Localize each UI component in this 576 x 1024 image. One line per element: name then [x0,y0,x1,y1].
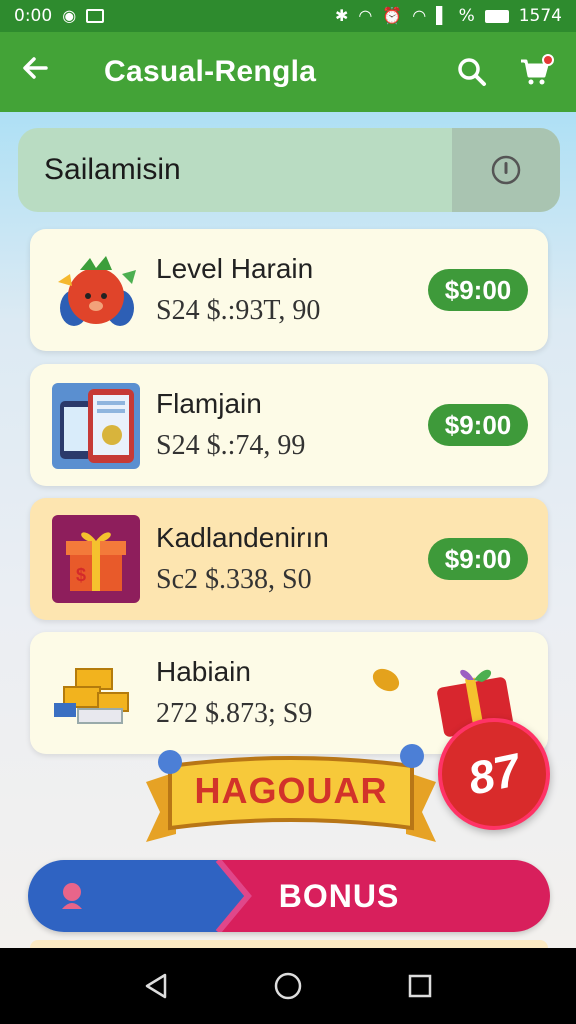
list-item[interactable]: Level Harain S24 $.:93T, 90 $9:00 [30,229,548,351]
section-header: Sailamisin [18,128,560,212]
item-text: Flamjain S24 $.:74, 99 [142,388,428,462]
item-detail: S24 $.:74, 99 [156,430,306,461]
price-button[interactable]: $9:00 [428,269,528,311]
battery-icon [484,9,509,23]
info-icon [491,155,521,185]
nav-back-button[interactable] [132,962,180,1010]
square-recents-icon [408,974,432,998]
item-name: Level Harain [156,253,314,284]
cart-badge [542,54,554,66]
tomato-character-icon [50,244,142,336]
info-button[interactable] [452,128,560,212]
item-text: Kadlandenirın Sc2 $.338, S0 [142,522,428,596]
item-detail: Sc2 $.338, S0 [156,564,312,595]
alarm-icon: ⏰ [382,6,403,25]
arrow-left-icon [23,57,48,79]
wifi-icon: ◠ [412,6,427,25]
gold-bars-icon [50,647,142,739]
triangle-back-icon [145,973,167,999]
status-time: 0:00 [14,6,53,26]
item-text: Level Harain S24 $.:93T, 90 [142,253,428,327]
status-bar: 0:00 ◉ ✱ ◠ ⏰ ◠ ▌ % 1574 [0,0,576,32]
status-clock-right: 1574 [518,6,562,26]
promo-ribbon: HAGOUAR [146,742,436,858]
bonus-label: BONUS [278,877,400,914]
circle-home-icon [274,972,302,1000]
cart-button[interactable] [512,50,556,94]
item-detail: S24 $.:93T, 90 [156,295,321,326]
battery-percent: % [458,6,475,26]
section-title: Sailamisin [44,153,181,186]
item-name: Flamjain [156,388,262,419]
phone-tablet-icon [50,379,142,471]
nav-recents-button[interactable] [396,962,444,1010]
bluetooth-icon: ✱ [335,6,349,25]
user-icon [62,883,82,909]
app-bar: Casual-Rengla [0,32,576,112]
list-item[interactable]: Flamjain S24 $.:74, 99 $9:00 [30,364,548,486]
back-button[interactable] [20,53,72,91]
app-title: Casual-Rengla [104,55,317,88]
bonus-right-segment: BONUS [218,860,550,932]
nav-home-button[interactable] [264,962,312,1010]
price-button[interactable]: $9:00 [428,404,528,446]
search-icon [458,58,486,86]
ribbon-text: HAGOUAR [194,770,388,811]
notification-icon: ◉ [62,6,77,25]
status-bar-right: ✱ ◠ ⏰ ◠ ▌ % 1574 [335,6,562,26]
bonus-button[interactable]: BONUS [28,860,550,932]
wifi-calling-icon: ◠ [358,6,373,25]
message-icon [86,9,105,23]
item-name: Kadlandenirın [156,522,329,553]
signal-icon: ▌ [436,6,449,25]
gift-box-icon: $ [50,513,142,605]
list-item[interactable]: $ Kadlandenirın Sc2 $.338, S0 $9:00 [30,498,548,620]
system-nav-bar [0,948,576,1024]
svg-text:$: $ [76,565,86,585]
price-button[interactable]: $9:00 [428,538,528,580]
chevron-right-icon [188,860,252,932]
search-button[interactable] [450,50,494,94]
status-bar-left: 0:00 ◉ [14,6,105,26]
